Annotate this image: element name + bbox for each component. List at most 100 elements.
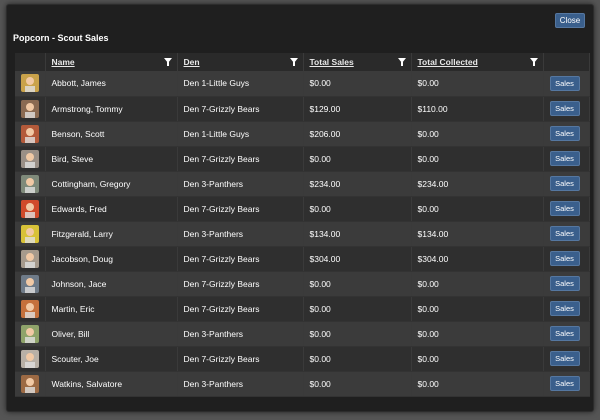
den-cell: Den 7-Grizzly Bears [177, 246, 304, 272]
scout-avatar [21, 274, 39, 293]
total-collected-cell: $0.00 [411, 371, 544, 397]
total-collected-cell: $0.00 [411, 196, 544, 222]
scout-name-cell: Armstrong, Tommy [45, 96, 178, 122]
table-row: Benson, Scott Den 1-Little Guys $206.00 $0.… [15, 121, 590, 147]
sales-button[interactable]: Sales [549, 176, 580, 191]
scout-name-cell: Edwards, Fred [45, 196, 178, 222]
scout-name-cell: Benson, Scott [45, 121, 178, 147]
sales-button[interactable]: Sales [549, 326, 580, 341]
table-row: Oliver, Bill Den 3-Panthers $0.00 $0.00 Sale… [15, 321, 590, 347]
name-header-label[interactable]: Name [52, 57, 75, 67]
scout-avatar [21, 74, 39, 93]
total-sales-cell: $0.00 [303, 196, 412, 222]
close-button[interactable]: Close [555, 13, 585, 28]
sales-button[interactable]: Sales [549, 201, 580, 216]
sales-button[interactable]: Sales [549, 301, 580, 316]
den-filter-icon[interactable] [289, 58, 298, 66]
total-sales-cell: $0.00 [303, 321, 412, 347]
sales-button[interactable]: Sales [549, 351, 580, 366]
avatar-cell [15, 196, 46, 222]
total-sales-column-header[interactable]: Total Sales [303, 53, 412, 71]
total-collected-cell: $0.00 [411, 121, 544, 147]
sales-button[interactable]: Sales [549, 151, 580, 166]
total-sales-cell: $0.00 [303, 71, 412, 97]
actions-cell: Sales [543, 271, 590, 297]
avatar-cell [15, 71, 46, 97]
den-column-header[interactable]: Den [177, 53, 304, 71]
actions-column-header [543, 53, 590, 71]
total-collected-cell: $0.00 [411, 296, 544, 322]
scout-avatar [21, 174, 39, 193]
name-column-header[interactable]: Name [45, 53, 178, 71]
den-cell: Den 7-Grizzly Bears [177, 346, 304, 372]
den-cell: Den 7-Grizzly Bears [177, 271, 304, 297]
total-sales-cell: $0.00 [303, 346, 412, 372]
avatar-column-header [15, 53, 46, 71]
total-sales-cell: $304.00 [303, 246, 412, 272]
scout-name-cell: Abbott, James [45, 71, 178, 97]
actions-cell: Sales [543, 321, 590, 347]
total-collected-cell: $0.00 [411, 271, 544, 297]
actions-cell: Sales [543, 96, 590, 122]
table-row: Martin, Eric Den 7-Grizzly Bears $0.00 $0.0… [15, 296, 590, 322]
table-header-row: Name Den Total Sales Total Collected [15, 53, 590, 71]
scout-avatar [21, 99, 39, 118]
actions-cell: Sales [543, 346, 590, 372]
avatar-cell [15, 146, 46, 172]
total-collected-column-header[interactable]: Total Collected [411, 53, 544, 71]
sales-button[interactable]: Sales [549, 276, 580, 291]
table-row: Jacobson, Doug Den 7-Grizzly Bears $304.00… [15, 246, 590, 272]
scout-avatar [21, 374, 39, 393]
table-row: Fitzgerald, Larry Den 3-Panthers $134.00 $1… [15, 221, 590, 247]
actions-cell: Sales [543, 296, 590, 322]
scout-name-cell: Bird, Steve [45, 146, 178, 172]
dialog-title: Popcorn - Scout Sales [13, 33, 109, 43]
scout-name-cell: Johnson, Jace [45, 271, 178, 297]
total-sales-cell: $234.00 [303, 171, 412, 197]
total-collected-header-label[interactable]: Total Collected [418, 57, 478, 67]
scout-avatar [21, 249, 39, 268]
table-row: Edwards, Fred Den 7-Grizzly Bears $0.00 $0.… [15, 196, 590, 222]
avatar-cell [15, 271, 46, 297]
total-collected-cell: $0.00 [411, 71, 544, 97]
den-cell: Den 3-Panthers [177, 221, 304, 247]
den-header-label[interactable]: Den [184, 57, 200, 67]
avatar-cell [15, 121, 46, 147]
total-sales-filter-icon[interactable] [397, 58, 406, 66]
table-row: Johnson, Jace Den 7-Grizzly Bears $0.00 $0.… [15, 271, 590, 297]
sales-button[interactable]: Sales [549, 101, 580, 116]
den-cell: Den 3-Panthers [177, 371, 304, 397]
total-sales-header-label[interactable]: Total Sales [310, 57, 354, 67]
den-cell: Den 3-Panthers [177, 171, 304, 197]
avatar-cell [15, 296, 46, 322]
table-row: Watkins, Salvatore Den 3-Panthers $0.00 $0.… [15, 371, 590, 397]
scout-name-cell: Martin, Eric [45, 296, 178, 322]
total-sales-cell: $0.00 [303, 271, 412, 297]
scout-name-cell: Watkins, Salvatore [45, 371, 178, 397]
table-row: Bird, Steve Den 7-Grizzly Bears $0.00 $0.00… [15, 146, 590, 172]
total-collected-cell: $110.00 [411, 96, 544, 122]
scout-avatar [21, 349, 39, 368]
den-cell: Den 3-Panthers [177, 321, 304, 347]
sales-button[interactable]: Sales [549, 251, 580, 266]
scout-avatar [21, 224, 39, 243]
table-row: Scouter, Joe Den 7-Grizzly Bears $0.00 $0.0… [15, 346, 590, 372]
scout-name-cell: Oliver, Bill [45, 321, 178, 347]
sales-button[interactable]: Sales [549, 126, 580, 141]
scout-sales-table: Name Den Total Sales Total Collected Abb… [15, 53, 590, 397]
sales-button[interactable]: Sales [549, 75, 580, 91]
sales-button[interactable]: Sales [549, 376, 580, 391]
den-cell: Den 1-Little Guys [177, 121, 304, 147]
sales-button[interactable]: Sales [549, 226, 580, 241]
table-row: Cottingham, Gregory Den 3-Panthers $234.00… [15, 171, 590, 197]
total-collected-filter-icon[interactable] [529, 58, 538, 66]
actions-cell: Sales [543, 146, 590, 172]
name-filter-icon[interactable] [163, 58, 172, 66]
scout-name-cell: Scouter, Joe [45, 346, 178, 372]
total-collected-cell: $304.00 [411, 246, 544, 272]
actions-cell: Sales [543, 121, 590, 147]
total-collected-cell: $0.00 [411, 321, 544, 347]
den-cell: Den 7-Grizzly Bears [177, 296, 304, 322]
avatar-cell [15, 371, 46, 397]
avatar-cell [15, 321, 46, 347]
